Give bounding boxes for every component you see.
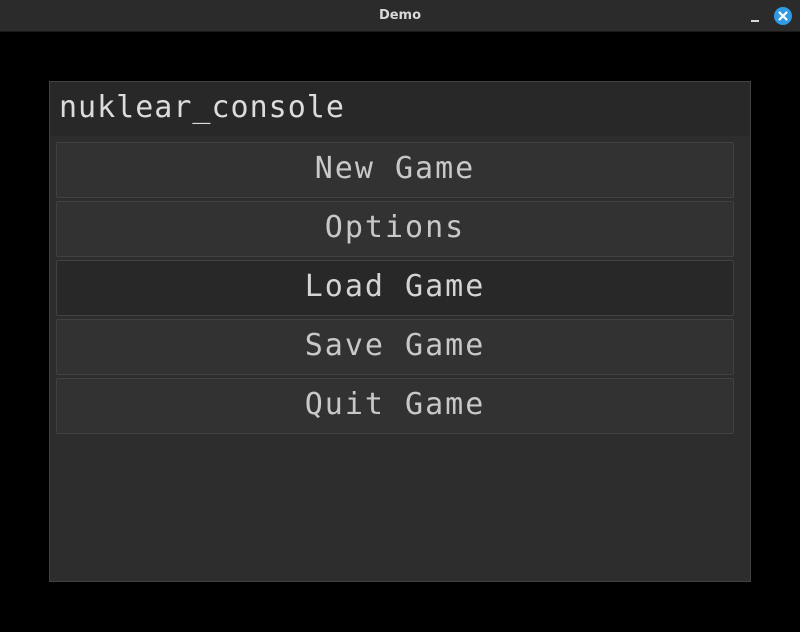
- load-game-button[interactable]: Load Game: [56, 260, 734, 316]
- console-panel: nuklear_console New Game Options Load Ga…: [49, 81, 751, 582]
- window-title: Demo: [378, 8, 422, 23]
- panel-header: nuklear_console: [50, 82, 750, 136]
- save-game-button[interactable]: Save Game: [56, 319, 734, 375]
- close-icon: [778, 11, 788, 21]
- quit-game-button[interactable]: Quit Game: [56, 378, 734, 434]
- panel-title: nuklear_console: [59, 90, 345, 125]
- close-button[interactable]: [774, 7, 792, 25]
- app-window: Demo nuklear_console New Game Options Lo…: [0, 0, 800, 632]
- options-button[interactable]: Options: [56, 201, 734, 257]
- minimize-icon: [751, 20, 759, 22]
- new-game-button[interactable]: New Game: [56, 142, 734, 198]
- window-titlebar[interactable]: Demo: [0, 0, 800, 32]
- minimize-button[interactable]: [745, 8, 765, 24]
